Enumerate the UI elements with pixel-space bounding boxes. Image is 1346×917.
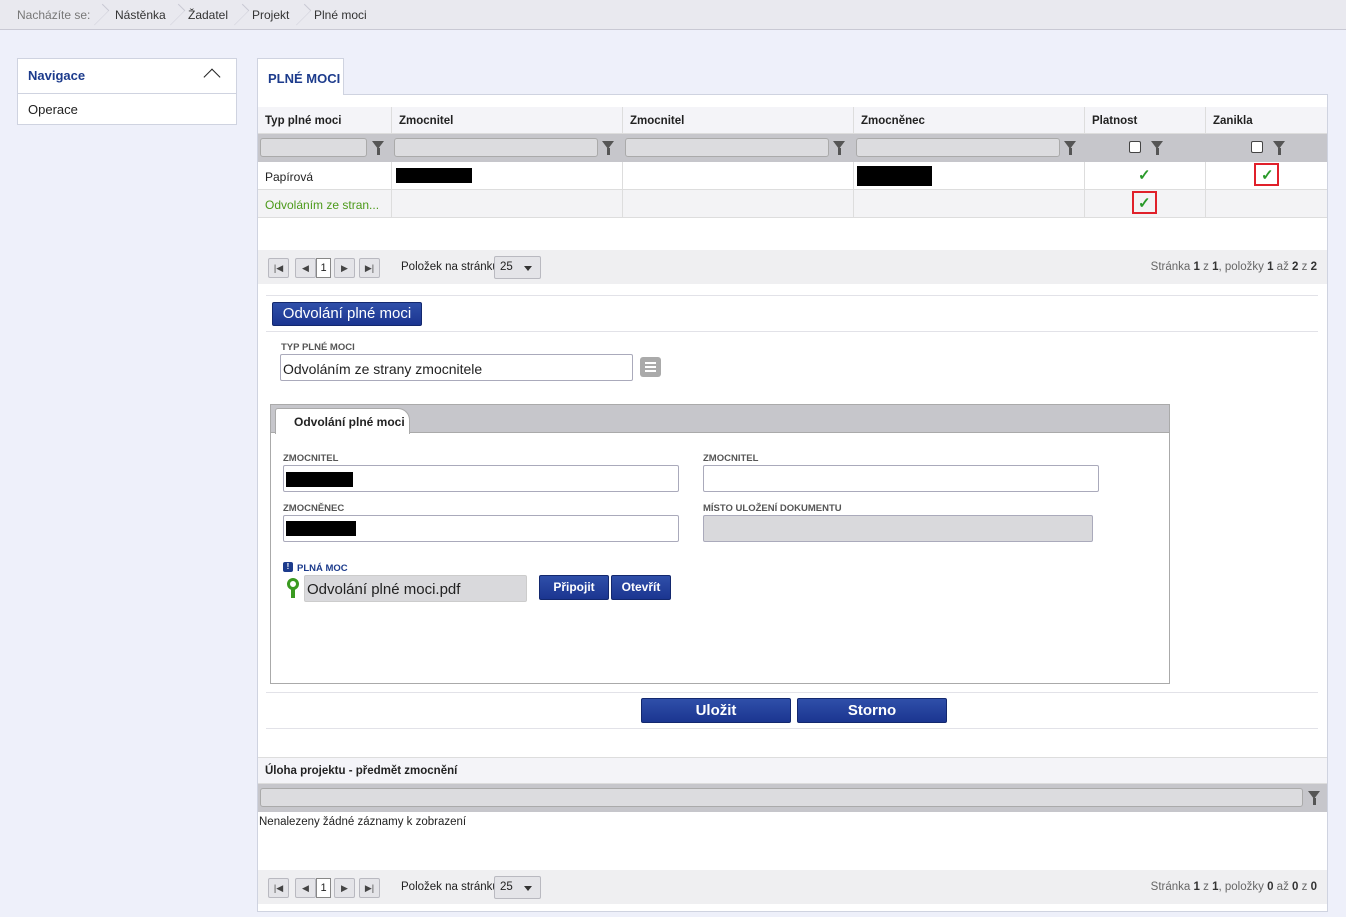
save-button[interactable]: Uložit	[641, 698, 791, 723]
breadcrumb: Nacházíte se: Nástěnka Žadatel Projekt P…	[0, 0, 1346, 30]
prev-page-icon[interactable]: ◀	[295, 878, 316, 898]
task-grid-pager: |◀ ◀ 1 ▶ ▶| Položek na stránku 25 Stránk…	[258, 870, 1327, 904]
cell-typ: Odvoláním ze stran...	[258, 190, 392, 218]
cell-zmocnenec	[854, 162, 1085, 190]
zmocnitel-field[interactable]	[283, 465, 679, 492]
filter-row	[258, 784, 1327, 812]
navigation-title[interactable]: Navigace	[28, 68, 85, 83]
per-page-select[interactable]: 25	[494, 876, 541, 899]
zmocnitel-2-field[interactable]	[703, 465, 1099, 492]
odvolani-plne-moci-button[interactable]: Odvolání plné moci	[272, 302, 422, 326]
breadcrumb-item-nastenka[interactable]: Nástěnka	[115, 8, 166, 22]
redacted-block	[857, 166, 932, 186]
highlight-box	[1132, 191, 1157, 214]
next-page-icon[interactable]: ▶	[334, 258, 355, 278]
check-icon: ✓	[1138, 167, 1151, 184]
page-number[interactable]: 1	[316, 878, 331, 898]
zmocnitel-2-label: ZMOCNITEL	[703, 453, 759, 464]
cell-zmocnenec	[854, 190, 1085, 218]
per-page-select[interactable]: 25	[494, 256, 541, 279]
breadcrumb-item-zadatel[interactable]: Žadatel	[188, 8, 228, 22]
filter-row	[258, 134, 1327, 162]
filter-checkbox-zanikla[interactable]	[1251, 141, 1263, 153]
column-header-zanikla[interactable]: Zanikla	[1206, 107, 1327, 134]
cell-zmocnitel-2	[623, 190, 854, 218]
cell-typ: Papírová	[258, 162, 392, 190]
cell-zmocnitel-2	[623, 162, 854, 190]
misto-ulozeni-label: MÍSTO ULOŽENÍ DOKUMENTU	[703, 503, 842, 514]
page-number[interactable]: 1	[316, 258, 331, 278]
first-page-icon[interactable]: |◀	[268, 878, 289, 898]
first-page-icon[interactable]: |◀	[268, 258, 289, 278]
zmocnenec-field[interactable]	[283, 515, 679, 542]
nav-item-operace[interactable]: Operace	[28, 102, 78, 117]
column-header-zmocnitel-2[interactable]: Zmocnitel	[623, 107, 854, 134]
cell-zmocnitel-1	[392, 162, 623, 190]
table-row[interactable]: Papírová ✓ ✓	[258, 162, 1327, 190]
filter-icon[interactable]	[833, 141, 845, 155]
column-header-typ[interactable]: Typ plné moci	[258, 107, 392, 134]
filter-icon[interactable]	[1151, 141, 1163, 155]
last-page-icon[interactable]: ▶|	[359, 878, 380, 898]
tab-plne-moci[interactable]: PLNÉ MOCI	[257, 58, 344, 95]
list-icon[interactable]	[640, 357, 661, 377]
pager-info: Stránka 1 z 1, položky 0 až 0 z 0	[1150, 881, 1317, 893]
breadcrumb-prefix: Nacházíte se:	[17, 8, 91, 22]
table-row[interactable]: Odvoláním ze stran... ✓	[258, 190, 1327, 218]
next-page-icon[interactable]: ▶	[334, 878, 355, 898]
chevron-up-icon[interactable]	[203, 68, 221, 86]
filter-icon[interactable]	[372, 141, 384, 155]
column-header-platnost[interactable]: Platnost	[1085, 107, 1206, 134]
breadcrumb-item-projekt[interactable]: Projekt	[252, 8, 289, 22]
pripojit-button[interactable]: Připojit	[539, 575, 609, 600]
zmocnenec-label: ZMOCNĚNEC	[283, 503, 345, 514]
filter-input-zmocnitel-1[interactable]	[394, 138, 598, 157]
column-header-zmocnitel-1[interactable]: Zmocnitel	[392, 107, 623, 134]
cancel-button[interactable]: Storno	[797, 698, 947, 723]
grid-pager: |◀ ◀ 1 ▶ ▶| Položek na stránku 25 Stránk…	[258, 250, 1327, 284]
breadcrumb-item-plne-moci: Plné moci	[314, 8, 367, 22]
redacted-block	[286, 472, 353, 487]
per-page-label: Položek na stránku	[401, 261, 499, 273]
filter-icon[interactable]	[1064, 141, 1076, 155]
misto-ulozeni-field	[703, 515, 1093, 542]
navigation-panel: Navigace Operace	[17, 58, 237, 125]
filter-input-zmocnitel-2[interactable]	[625, 138, 829, 157]
cell-platnost: ✓	[1085, 190, 1206, 218]
cell-zmocnitel-1	[392, 190, 623, 218]
filter-input-uloha[interactable]	[260, 788, 1303, 807]
otevrit-button[interactable]: Otevřít	[611, 575, 671, 600]
empty-message: Nenalezeny žádné záznamy k zobrazení	[259, 816, 467, 828]
filter-checkbox-platnost[interactable]	[1129, 141, 1141, 153]
odvolani-box	[270, 404, 1170, 684]
pager-info: Stránka 1 z 1, položky 1 až 2 z 2	[1150, 261, 1317, 273]
certificate-icon	[286, 578, 300, 598]
redacted-block	[396, 168, 472, 183]
zmocnitel-label: ZMOCNITEL	[283, 453, 339, 464]
filter-input-typ[interactable]	[260, 138, 367, 157]
plna-moc-label: PLNÁ MOC	[297, 563, 348, 574]
last-page-icon[interactable]: ▶|	[359, 258, 380, 278]
typ-plne-moci-label: TYP PLNÉ MOCI	[281, 342, 355, 353]
column-header-uloha[interactable]: Úloha projektu - předmět zmocnění	[258, 757, 1327, 784]
redacted-block	[286, 521, 356, 536]
filter-icon[interactable]	[1273, 141, 1285, 155]
prev-page-icon[interactable]: ◀	[295, 258, 316, 278]
filter-icon[interactable]	[1308, 791, 1320, 805]
per-page-label: Položek na stránku	[401, 881, 499, 893]
cell-platnost: ✓	[1085, 162, 1206, 190]
highlight-box	[1254, 163, 1279, 186]
tab-label: PLNÉ MOCI	[268, 71, 341, 86]
column-header-zmocnenec[interactable]: Zmocněnec	[854, 107, 1085, 134]
cell-zanikla: ✓	[1206, 162, 1327, 190]
typ-plne-moci-field[interactable]: Odvoláním ze strany zmocnitele	[280, 354, 633, 381]
cell-zanikla	[1206, 190, 1327, 218]
filter-input-zmocnenec[interactable]	[856, 138, 1060, 157]
filter-icon[interactable]	[602, 141, 614, 155]
tab-odvolani-plne-moci[interactable]: Odvolání plné moci	[275, 408, 410, 434]
info-icon: !	[283, 562, 293, 572]
plna-moc-file: Odvolání plné moci.pdf	[304, 575, 527, 602]
